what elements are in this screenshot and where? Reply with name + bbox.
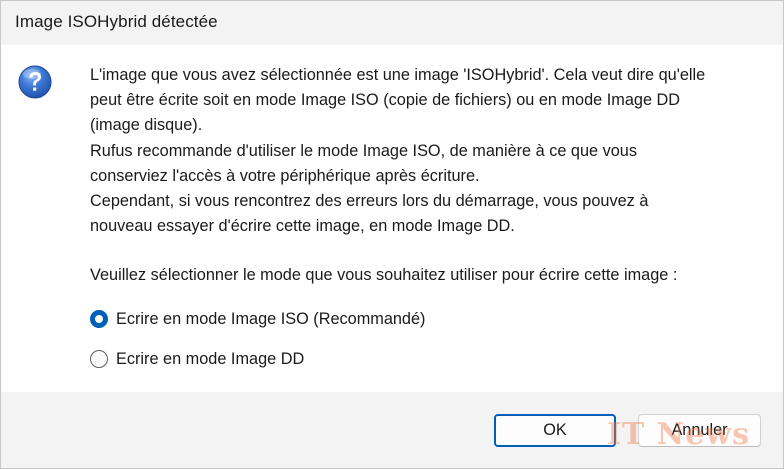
dialog-window: Image ISOHybrid détectée L'image que vou… <box>0 0 784 469</box>
radio-button-dd[interactable] <box>90 350 108 368</box>
message-line: Rufus recommande d'utiliser le mode Imag… <box>90 141 637 160</box>
message-text: L'image que vous avez sélectionnée est u… <box>90 63 760 239</box>
message-line: Cependant, si vous rencontrez des erreur… <box>90 192 649 211</box>
question-icon <box>18 65 52 99</box>
title-bar[interactable]: Image ISOHybrid détectée <box>1 1 783 45</box>
dialog-content: L'image que vous avez sélectionnée est u… <box>1 45 783 392</box>
window-title: Image ISOHybrid détectée <box>15 12 218 31</box>
radio-option-dd[interactable]: Ecrire en mode Image DD <box>90 347 304 371</box>
radio-option-iso[interactable]: Ecrire en mode Image ISO (Recommandé) <box>90 307 425 331</box>
radio-label-iso[interactable]: Ecrire en mode Image ISO (Recommandé) <box>116 310 425 329</box>
radio-label-dd[interactable]: Ecrire en mode Image DD <box>116 350 304 369</box>
cancel-button[interactable]: Annuler <box>638 414 761 447</box>
message-line: L'image que vous avez sélectionnée est u… <box>90 66 706 84</box>
message-line: conserviez l'accès à votre périphérique … <box>90 166 480 185</box>
button-bar: OK Annuler IT News <box>1 392 783 468</box>
radio-button-iso[interactable] <box>90 310 108 328</box>
ok-button[interactable]: OK <box>494 414 616 447</box>
message-line: peut être écrite soit en mode Image ISO … <box>90 91 681 110</box>
message-line: (image disque). <box>90 116 203 135</box>
message-line: nouveau essayer d'écrire cette image, en… <box>90 217 515 236</box>
mode-prompt: Veuillez sélectionner le mode que vous s… <box>90 266 678 284</box>
